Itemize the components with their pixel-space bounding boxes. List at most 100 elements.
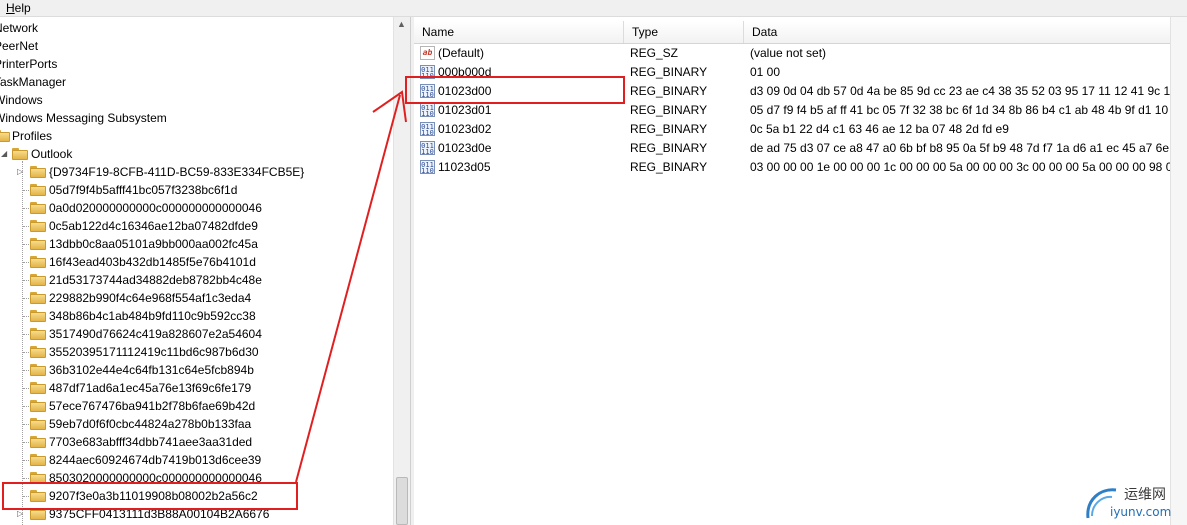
string-value-icon: ab	[420, 46, 435, 60]
watermark-url: iyunv.com	[1110, 505, 1172, 519]
tree-item-label: {D9734F19-8CFB-411D-BC59-833E334FCB5E}	[49, 165, 305, 179]
tree-guide-line	[23, 262, 29, 263]
tree-guide-line	[23, 478, 29, 479]
folder-icon	[30, 238, 46, 250]
binary-value-icon: 011 110	[420, 122, 435, 137]
folder-icon	[30, 382, 46, 394]
tree-guide-line	[23, 208, 29, 209]
menu-bar: Help	[0, 0, 1187, 17]
tree-guide-line	[23, 460, 29, 461]
tree-item-subkey[interactable]: 0c5ab122d4c16346ae12ba07482dfde9	[0, 217, 393, 235]
tree-item-label: 36b3102e44e4c64fb131c64e5fcb894b	[49, 363, 254, 377]
column-header-name[interactable]: Name	[414, 21, 624, 43]
tree-item-subkey[interactable]: 0a0d020000000000c000000000000046	[0, 199, 393, 217]
tree-item-subkey[interactable]: 59eb7d0f6f0cbc44824a278b0b133faa	[0, 415, 393, 433]
tree-item-subkey[interactable]: 16f43ead403b432db1485f5e76b4101d	[0, 253, 393, 271]
folder-icon	[30, 328, 46, 340]
tree-item-label: 8244aec60924674db7419b013d6cee39	[49, 453, 262, 467]
tree-item-label: Network	[0, 21, 39, 35]
value-data: d3 09 0d 04 db 57 0d 4a be 85 9d cc 23 a…	[750, 84, 1170, 98]
tree-guide-line	[23, 352, 29, 353]
value-type: REG_BINARY	[630, 103, 708, 117]
menu-help-accel: H	[6, 1, 15, 15]
tree-item-subkey[interactable]: 487df71ad6a1ec45a76e13f69c6fe179	[0, 379, 393, 397]
tree-guide-line	[23, 406, 29, 407]
tree-item-label: Windows	[0, 93, 43, 107]
binary-value-icon: 011 110	[420, 160, 435, 175]
tree-item-label: PrinterPorts	[0, 57, 58, 71]
tree-guide-line	[23, 442, 29, 443]
tree-guide-line	[23, 190, 29, 191]
watermark-text: 运维网	[1124, 487, 1166, 503]
tree-item-subkey[interactable]: 21d53173744ad34882deb8782bb4c48e	[0, 271, 393, 289]
folder-icon	[30, 202, 46, 214]
tree-item-label: Windows Messaging Subsystem	[0, 111, 167, 125]
value-name: 01023d02	[438, 122, 492, 136]
column-type-label: Type	[632, 25, 659, 39]
list-item[interactable]: 011 110 11023d05 REG_BINARY 03 00 00 00 1e …	[414, 158, 1187, 177]
tree-item-label: 16f43ead403b432db1485f5e76b4101d	[49, 255, 256, 269]
folder-icon	[0, 130, 10, 142]
value-data: 01 00	[750, 65, 781, 79]
list-item[interactable]: ab (Default) REG_SZ (value not set)	[414, 44, 1187, 63]
tree-item-label: 57ece767476ba941b2f78b6fae69b42d	[49, 399, 256, 413]
tree-guide-line	[23, 244, 29, 245]
tree-guide-line	[23, 370, 29, 371]
tree-guide-line	[23, 388, 29, 389]
value-data: 0c 5a b1 22 d4 c1 63 46 ae 12 ba 07 48 2…	[750, 122, 1009, 136]
value-name: (Default)	[438, 46, 485, 60]
tree-item-subkey[interactable]: 05d7f9f4b5afff41bc057f3238bc6f1d	[0, 181, 393, 199]
tree-item-subkey[interactable]: 35520395171112419c11bd6c987b6d30	[0, 343, 393, 361]
tree-item-subkey[interactable]: 57ece767476ba941b2f78b6fae69b42d	[0, 397, 393, 415]
binary-value-icon: 011 110	[420, 141, 435, 156]
registry-key-tree[interactable]: Network PeerNet PrinterPorts TaskManager Win…	[0, 17, 393, 525]
collapse-arrow-icon[interactable]: ◢	[1, 149, 9, 158]
tree-guide-line	[23, 334, 29, 335]
list-header: Name Type Data	[414, 21, 1187, 44]
tree-item-label: 0a0d020000000000c000000000000046	[49, 201, 262, 215]
tree-item-label: PeerNet	[0, 39, 39, 53]
menu-help[interactable]: Help	[6, 1, 31, 15]
folder-icon	[12, 148, 28, 160]
value-type: REG_BINARY	[630, 65, 708, 79]
folder-icon	[30, 364, 46, 376]
tree-item-subkey[interactable]: 36b3102e44e4c64fb131c64e5fcb894b	[0, 361, 393, 379]
folder-icon	[30, 220, 46, 232]
scroll-up-arrow-icon[interactable]: ▲	[397, 19, 406, 29]
tree-item-subkey[interactable]: 3517490d76624c419a828607e2a54604	[0, 325, 393, 343]
value-data: 05 d7 f9 f4 b5 af ff 41 bc 05 7f 32 38 b…	[750, 103, 1170, 117]
tree-item-label: 0c5ab122d4c16346ae12ba07482dfde9	[49, 219, 258, 233]
value-data: (value not set)	[750, 46, 827, 60]
value-data: de ad 75 d3 07 ce a8 47 a0 6b bf b8 95 0…	[750, 141, 1170, 155]
value-type: REG_BINARY	[630, 160, 708, 174]
tree-item-label: 3517490d76624c419a828607e2a54604	[49, 327, 262, 341]
column-header-type[interactable]: Type	[624, 21, 744, 43]
folder-icon	[30, 274, 46, 286]
tree-item-subkey[interactable]: 348b86b4c1ab484b9fd110c9b592cc38	[0, 307, 393, 325]
value-type: REG_BINARY	[630, 84, 708, 98]
tree-item-label: Profiles	[12, 129, 53, 143]
tree-item-subkey[interactable]: 229882b990f4c64e968f554af1c3eda4	[0, 289, 393, 307]
folder-icon	[30, 346, 46, 358]
tree-scroll-thumb[interactable]	[396, 477, 408, 525]
tree-item-subkey[interactable]: 13dbb0c8aa05101a9bb000aa002fc45a	[0, 235, 393, 253]
folder-icon	[30, 166, 46, 178]
tree-item-label: 05d7f9f4b5afff41bc057f3238bc6f1d	[49, 183, 238, 197]
column-data-label: Data	[752, 25, 778, 39]
list-item[interactable]: 011 110 01023d0e REG_BINARY de ad 75 d3 07 …	[414, 139, 1187, 158]
list-scrollbar[interactable]	[1170, 17, 1187, 525]
folder-icon	[30, 436, 46, 448]
expand-arrow-icon[interactable]: ▷	[17, 509, 25, 518]
expand-arrow-icon[interactable]: ▷	[17, 167, 25, 176]
highlight-box-value	[405, 76, 625, 104]
column-header-data[interactable]: Data	[744, 21, 1187, 43]
tree-item-label: 348b86b4c1ab484b9fd110c9b592cc38	[49, 309, 256, 323]
list-item[interactable]: 011 110 01023d02 REG_BINARY 0c 5a b1 22 d4 …	[414, 120, 1187, 139]
tree-item-subkey[interactable]: 8244aec60924674db7419b013d6cee39	[0, 451, 393, 469]
tree-item-subkey[interactable]: ▷ {D9734F19-8CFB-411D-BC59-833E334FCB5E}	[0, 163, 393, 181]
menu-help-rest: elp	[14, 1, 31, 15]
value-name: 01023d0e	[438, 141, 492, 155]
tree-item-label: Outlook	[31, 147, 73, 161]
value-name: 11023d05	[438, 160, 491, 174]
tree-item-subkey[interactable]: 7703e683abfff34dbb741aee3aa31ded	[0, 433, 393, 451]
